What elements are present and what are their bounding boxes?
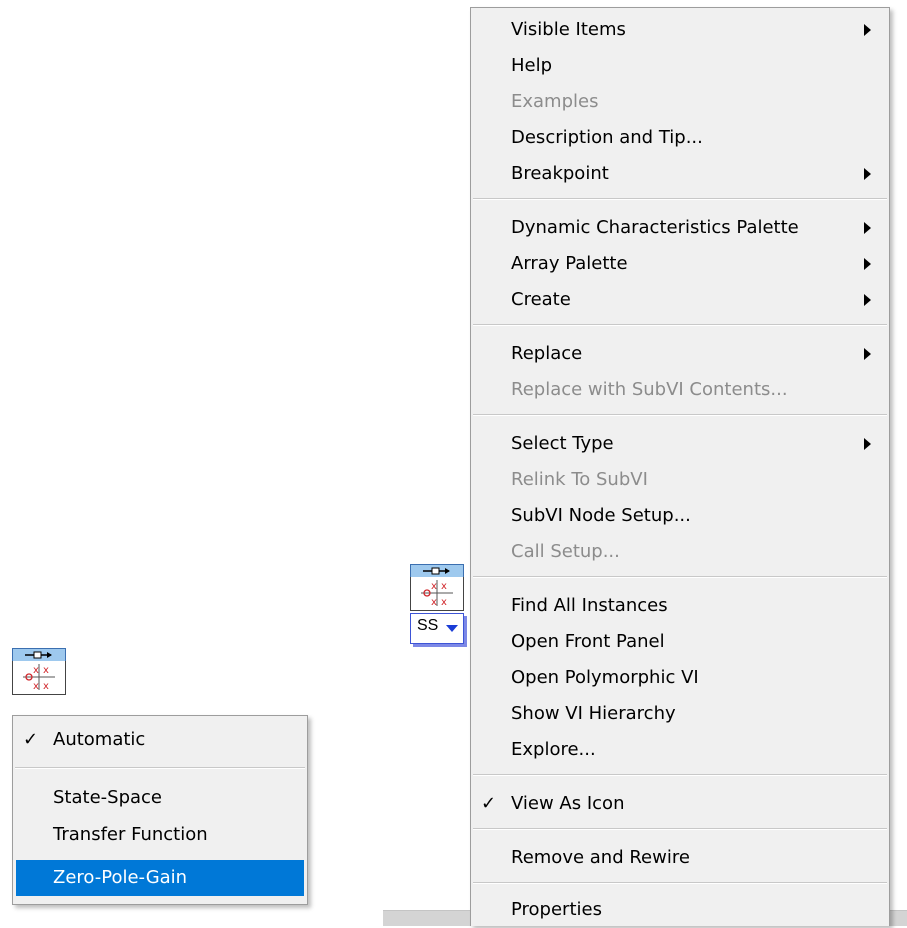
menu-item-description-and-tip[interactable]: Description and Tip... [471, 120, 889, 156]
menu-item-create[interactable]: Create [471, 282, 889, 318]
menu-item-examples[interactable]: Examples [471, 84, 889, 120]
type-menu-item-transfer-function[interactable]: Transfer Function [13, 817, 307, 853]
menu-item-show-vi-hierarchy[interactable]: Show VI Hierarchy [471, 696, 889, 732]
menu-separator [473, 324, 887, 326]
menu-separator [473, 414, 887, 416]
menu-item-replace[interactable]: Replace [471, 336, 889, 372]
svg-text:x: x [431, 597, 437, 608]
checkmark-icon: ✓ [23, 729, 39, 750]
context-menu: Visible Items Help Examples Description … [470, 7, 890, 926]
submenu-arrow-icon [864, 438, 871, 450]
vi-node-header [410, 564, 464, 578]
menu-item-explore[interactable]: Explore... [471, 732, 889, 768]
submenu-arrow-icon [864, 168, 871, 180]
type-menu-item-zero-pole-gain[interactable]: Zero-Pole-Gain [16, 860, 304, 896]
menu-item-subvi-node-setup[interactable]: SubVI Node Setup... [471, 498, 889, 534]
menu-item-call-setup[interactable]: Call Setup... [471, 534, 889, 570]
menu-separator [15, 767, 305, 769]
menu-item-replace-with-subvi-contents[interactable]: Replace with SubVI Contents... [471, 372, 889, 408]
menu-item-open-polymorphic-vi[interactable]: Open Polymorphic VI [471, 660, 889, 696]
menu-separator [473, 576, 887, 578]
svg-text:x: x [431, 581, 437, 592]
menu-item-properties[interactable]: Properties [471, 892, 889, 928]
checkmark-icon: ✓ [481, 793, 497, 814]
menu-item-select-type[interactable]: Select Type [471, 426, 889, 462]
menu-separator [473, 198, 887, 200]
svg-text:x: x [441, 581, 447, 592]
svg-text:x: x [43, 665, 49, 676]
svg-text:x: x [33, 681, 39, 692]
selector-value: SS [417, 617, 439, 634]
submenu-arrow-icon [864, 222, 871, 234]
menu-item-find-all-instances[interactable]: Find All Instances [471, 588, 889, 624]
menu-item-open-front-panel[interactable]: Open Front Panel [471, 624, 889, 660]
menu-item-view-as-icon[interactable]: ✓ View As Icon [471, 786, 889, 822]
type-menu: ✓ Automatic State-Space Transfer Functio… [12, 715, 308, 905]
menu-item-relink-to-subvi[interactable]: Relink To SubVI [471, 462, 889, 498]
zero-pole-plot-icon: x x x x [410, 577, 464, 611]
menu-item-help[interactable]: Help [471, 48, 889, 84]
submenu-arrow-icon [864, 258, 871, 270]
zero-pole-plot-icon: x x x x [12, 661, 66, 695]
submenu-arrow-icon [864, 24, 871, 36]
dropdown-arrow-icon [446, 625, 458, 632]
menu-item-remove-and-rewire[interactable]: Remove and Rewire [471, 840, 889, 876]
svg-text:x: x [441, 597, 447, 608]
menu-item-breakpoint[interactable]: Breakpoint [471, 156, 889, 192]
vi-node-icon-left[interactable]: x x x x [12, 648, 66, 696]
vi-node-header [12, 648, 66, 662]
svg-text:x: x [43, 681, 49, 692]
submenu-arrow-icon [864, 294, 871, 306]
menu-separator [473, 774, 887, 776]
type-menu-item-state-space[interactable]: State-Space [13, 780, 307, 816]
polymorphic-type-selector[interactable]: SS [410, 613, 464, 644]
menu-item-array-palette[interactable]: Array Palette [471, 246, 889, 282]
vi-node-icon-right[interactable]: x x x x [410, 564, 464, 612]
type-menu-item-automatic[interactable]: ✓ Automatic [13, 722, 307, 758]
menu-item-visible-items[interactable]: Visible Items [471, 12, 889, 48]
menu-separator [473, 882, 887, 884]
svg-text:x: x [33, 665, 39, 676]
menu-item-dynamic-characteristics-palette[interactable]: Dynamic Characteristics Palette [471, 210, 889, 246]
menu-separator [473, 828, 887, 830]
submenu-arrow-icon [864, 348, 871, 360]
